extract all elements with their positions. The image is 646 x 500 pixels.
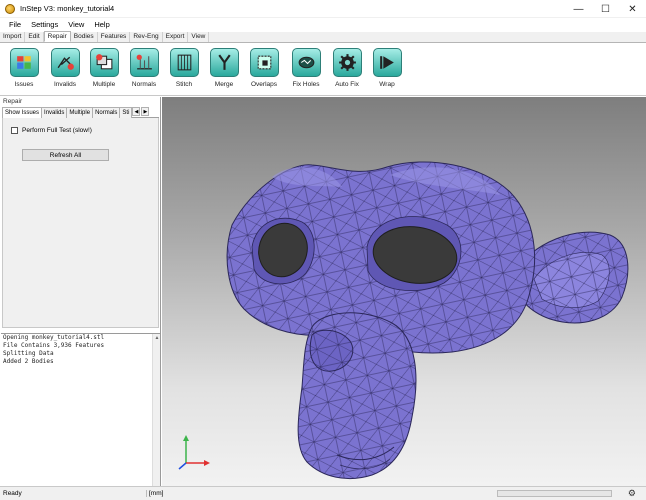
merge-label: Merge xyxy=(214,81,234,88)
3d-viewport[interactable] xyxy=(162,97,646,486)
multiple-icon xyxy=(89,48,119,77)
wrap-icon xyxy=(372,48,402,77)
subtab-show-issues[interactable]: Show Issues xyxy=(2,107,43,118)
issues-icon xyxy=(9,48,39,77)
show-issues-pane: Perform Full Test (slow!) Refresh All xyxy=(2,118,159,328)
menu-bar: File Settings View Help xyxy=(0,18,646,31)
tab-features[interactable]: Features xyxy=(98,32,131,42)
subtab-multiple[interactable]: Multiple xyxy=(66,107,94,118)
console-line: Added 2 Bodies xyxy=(3,358,54,365)
maximize-button[interactable]: ☐ xyxy=(592,0,619,18)
close-button[interactable]: ✕ xyxy=(619,0,646,18)
settings-gear-icon[interactable]: ⚙ xyxy=(628,488,636,499)
invalids-button[interactable]: Invalids xyxy=(44,48,86,92)
stitch-icon xyxy=(169,48,199,77)
tab-repair[interactable]: Repair xyxy=(43,31,71,42)
fix-holes-icon xyxy=(291,48,321,77)
app-logo-icon xyxy=(5,3,15,14)
auto-fix-icon xyxy=(332,48,362,77)
minimize-button[interactable]: — xyxy=(565,0,592,18)
fix-holes-label: Fix Holes xyxy=(292,81,320,88)
overlaps-button[interactable]: Overlaps xyxy=(243,48,285,92)
menu-file[interactable]: File xyxy=(4,20,26,29)
full-test-option: Perform Full Test (slow!) xyxy=(11,127,92,134)
tab-rev-eng[interactable]: Rev-Eng xyxy=(130,32,163,42)
menu-help[interactable]: Help xyxy=(89,20,114,29)
normals-label: Normals xyxy=(131,81,157,88)
title-bar: InStep V3: monkey_tutorial4 — ☐ ✕ xyxy=(0,0,646,18)
stitch-button[interactable]: Stitch xyxy=(163,48,205,92)
window-title: InStep V3: monkey_tutorial4 xyxy=(20,4,115,13)
subtab-normals[interactable]: Normals xyxy=(92,107,121,118)
overlaps-icon xyxy=(249,48,279,77)
issues-button[interactable]: Issues xyxy=(3,48,45,92)
full-test-label: Perform Full Test (slow!) xyxy=(22,127,92,134)
subtab-scroll-left-icon[interactable]: ◀ xyxy=(132,107,141,116)
issues-label: Issues xyxy=(14,81,34,88)
fix-holes-button[interactable]: Fix Holes xyxy=(285,48,327,92)
scroll-up-icon[interactable]: ▲ xyxy=(153,334,161,342)
invalids-label: Invalids xyxy=(53,81,77,88)
subtab-scroll-right-icon[interactable]: ▶ xyxy=(141,107,150,116)
subtab-stitch[interactable]: Sti xyxy=(119,107,133,118)
console-scrollbar[interactable]: ▲ xyxy=(152,334,160,486)
ribbon-toolbar: Issues Invalids Multiple Normals Stitch … xyxy=(0,43,646,96)
auto-fix-label: Auto Fix xyxy=(335,81,359,88)
wrap-button[interactable]: Wrap xyxy=(366,48,408,92)
units-indicator: [mm] xyxy=(146,490,206,497)
repair-panel-caption: Repair xyxy=(3,98,23,105)
full-test-checkbox[interactable] xyxy=(11,127,18,134)
multiple-button[interactable]: Multiple xyxy=(83,48,125,92)
stitch-label: Stitch xyxy=(175,81,193,88)
tab-edit[interactable]: Edit xyxy=(25,32,44,42)
ribbon-tab-strip: Import Edit Repair Bodies Features Rev-E… xyxy=(0,31,646,43)
menu-settings[interactable]: Settings xyxy=(26,20,63,29)
merge-button[interactable]: Merge xyxy=(203,48,245,92)
menu-view[interactable]: View xyxy=(63,20,89,29)
tab-view[interactable]: View xyxy=(188,32,210,42)
repair-subtabs: Show Issues Invalids Multiple Normals St… xyxy=(2,107,159,118)
tab-bodies[interactable]: Bodies xyxy=(71,32,98,42)
status-ready-text: Ready xyxy=(3,490,22,497)
invalids-icon xyxy=(50,48,80,77)
console-line: Splitting Data xyxy=(3,350,54,357)
wrap-label: Wrap xyxy=(379,81,395,88)
progress-bar xyxy=(497,490,612,497)
console-line: File Contains 3,936 Features xyxy=(3,342,105,349)
normals-button[interactable]: Normals xyxy=(123,48,165,92)
console-log: Opening monkey_tutorial4.stl File Contai… xyxy=(1,333,160,486)
auto-fix-button[interactable]: Auto Fix xyxy=(326,48,368,92)
console-line: Opening monkey_tutorial4.stl xyxy=(3,334,105,341)
window-controls: — ☐ ✕ xyxy=(565,0,646,18)
monkey-model-render xyxy=(178,161,629,480)
axis-triad-icon xyxy=(178,435,210,470)
tab-export[interactable]: Export xyxy=(163,32,189,42)
status-bar: Ready [mm] ⚙ xyxy=(0,486,646,500)
multiple-label: Multiple xyxy=(92,81,116,88)
normals-icon xyxy=(129,48,159,77)
merge-icon xyxy=(209,48,239,77)
subtab-invalids[interactable]: Invalids xyxy=(41,107,68,118)
refresh-all-button[interactable]: Refresh All xyxy=(22,149,109,161)
tab-import[interactable]: Import xyxy=(0,32,26,42)
overlaps-label: Overlaps xyxy=(250,81,277,88)
